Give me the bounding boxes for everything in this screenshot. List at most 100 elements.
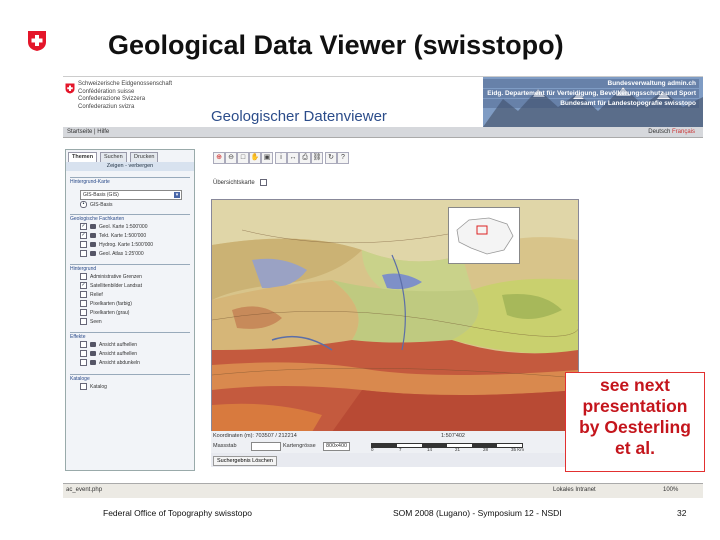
zoom-in-icon[interactable]: ⊕ <box>213 152 225 164</box>
layer-item[interactable]: Relief <box>80 291 103 299</box>
overview-inset-map[interactable] <box>448 207 520 264</box>
basemap-selected-value: GIS-Basis (GIS) <box>83 192 119 198</box>
start-help-links[interactable]: Startseite | Hilfe <box>67 127 109 137</box>
measure-icon[interactable]: ↔ <box>287 152 299 164</box>
browser-status-bar: ac_event.php Lokales Intranet 100% <box>63 483 703 498</box>
tab-themen[interactable]: Themen <box>68 152 98 162</box>
map-status-bar: Suchergebnis Löschen <box>211 453 577 467</box>
callout-box: see next presentation by Oesterling et a… <box>565 372 705 472</box>
layer-item[interactable]: Administrative Grenzen <box>80 273 142 281</box>
scale-tick: 14 <box>427 447 433 452</box>
callout-line: presentation <box>582 396 688 416</box>
layer-label: Satellitenbilder Landsat <box>90 283 142 289</box>
basemap-select[interactable]: GIS-Basis (GIS) ▾ <box>80 190 182 200</box>
admin-line: Confederaziun svizra <box>78 103 135 110</box>
background-header: Hintergrund <box>70 264 190 273</box>
status-url: ac_event.php <box>66 487 103 493</box>
checkbox-icon[interactable]: ✓ <box>80 282 87 290</box>
checkbox-icon[interactable] <box>80 341 87 349</box>
app-title: Geologischer Datenviewer <box>211 108 387 125</box>
checkbox-icon[interactable] <box>80 291 87 299</box>
admin-line: Confederazione Svizzera <box>78 96 146 102</box>
lang-francais[interactable]: Français <box>672 129 695 135</box>
effect-item[interactable]: Ansicht abdunkeln <box>80 359 140 367</box>
layer-item[interactable]: Seen <box>80 318 102 326</box>
layer-item[interactable]: ✓ Geol. Karte 1:500'000 <box>80 223 148 231</box>
basemap-radio-label: GIS-Basis <box>90 202 113 208</box>
geological-map[interactable] <box>211 199 579 433</box>
checkbox-icon[interactable] <box>260 179 268 186</box>
tab-suchen[interactable]: Suchen <box>100 152 127 162</box>
security-zone: Lokales Intranet <box>553 487 596 493</box>
layer-label: Pixelkarten (grau) <box>90 310 130 316</box>
page-number: 32 <box>677 508 687 518</box>
massstab-select[interactable] <box>251 442 281 451</box>
dept-line: Bundesamt für Landestopografie swisstopo <box>483 99 699 108</box>
catalog-header: Kataloge <box>70 374 190 383</box>
checkbox-icon[interactable] <box>80 318 87 326</box>
coordinate-readout: Koordinaten (m): 703507 / 212214 <box>213 433 297 439</box>
layer-label: Relief <box>90 292 103 298</box>
effect-label: Ansicht abdunkeln <box>99 360 140 366</box>
lang-deutsch[interactable]: Deutsch <box>648 129 670 135</box>
kartengroesse-select[interactable]: 800x400 <box>323 442 351 451</box>
refresh-icon[interactable]: ↻ <box>325 152 337 164</box>
footer-event: SOM 2008 (Lugano) - Symposium 12 - NSDI <box>393 508 562 518</box>
print-icon[interactable]: ⎙ <box>299 152 311 164</box>
zoom-box-icon[interactable]: □ <box>237 152 249 164</box>
checkbox-icon[interactable] <box>80 350 87 358</box>
radio-icon[interactable]: • <box>80 201 87 209</box>
federal-admin-names: Schweizerische Eidgenossenschaft Confédé… <box>78 81 172 111</box>
checkbox-icon[interactable] <box>80 383 87 391</box>
swiss-cross-icon <box>28 31 46 51</box>
layer-item[interactable]: Hydrog. Karte 1:500'000 <box>80 241 153 249</box>
checkbox-icon[interactable] <box>80 273 87 281</box>
checkbox-icon[interactable] <box>80 359 87 367</box>
checkbox-icon[interactable] <box>80 309 87 317</box>
scale-bar-graphic <box>371 443 523 448</box>
scale-tick: 35 Km <box>511 447 525 452</box>
tab-drucken[interactable]: Drucken <box>130 152 159 162</box>
effect-icon <box>90 351 96 357</box>
layer-icon <box>90 242 96 248</box>
basemap-radio[interactable]: • GIS-Basis <box>80 201 113 209</box>
checkbox-icon[interactable] <box>80 241 87 249</box>
checkbox-icon[interactable] <box>80 300 87 308</box>
effect-icon <box>90 360 96 366</box>
pan-hand-icon[interactable]: ✋ <box>249 152 261 164</box>
checkbox-icon[interactable] <box>80 250 87 258</box>
overview-toggle[interactable]: Übersichtskarte <box>213 179 270 186</box>
checkbox-icon[interactable]: ✓ <box>80 223 87 231</box>
effect-item[interactable]: Ansicht aufhellen <box>80 350 137 358</box>
layer-label: Hydrog. Karte 1:500'000 <box>99 242 154 248</box>
scale-tick: 0 <box>371 447 374 452</box>
department-lines: Bundesverwaltung admin.ch Eidg. Departem… <box>483 79 699 109</box>
catalog-item[interactable]: Katalog <box>80 383 107 391</box>
geo-header: Geologische Fachkarten <box>70 214 190 223</box>
top-menubar: Startseite | Hilfe Deutsch Français <box>63 127 703 138</box>
info-icon[interactable]: i <box>275 152 287 164</box>
layer-item[interactable]: Pixelkarten (farbig) <box>80 300 132 308</box>
layer-item[interactable]: ✓ Tekt. Karte 1:500'000 <box>80 232 146 240</box>
zoom-out-icon[interactable]: ⊖ <box>225 152 237 164</box>
swiss-cross-icon <box>65 83 75 94</box>
language-switch[interactable]: Deutsch Français <box>648 127 695 137</box>
dept-line: Eidg. Departement für Verteidigung, Bevö… <box>483 89 699 98</box>
checkbox-icon[interactable]: ✓ <box>80 232 87 240</box>
help-icon[interactable]: ? <box>337 152 349 164</box>
group-title: Zeigen - verbergen <box>66 162 194 171</box>
layer-item[interactable]: Geol. Atlas 1:25'000 <box>80 250 144 258</box>
layer-item[interactable]: ✓ Satellitenbilder Landsat <box>80 282 142 290</box>
coordinate-scale-bar: Koordinaten (m): 703507 / 212214 1:507'4… <box>211 431 577 453</box>
full-extent-icon[interactable]: ▣ <box>261 152 273 164</box>
clear-search-button[interactable]: Suchergebnis Löschen <box>213 456 277 466</box>
scale-tick: 21 <box>455 447 461 452</box>
admin-line: Schweizerische Eidgenossenschaft <box>78 81 173 87</box>
link-icon[interactable]: ⛓ <box>311 152 323 164</box>
zoom-level[interactable]: 100% <box>663 487 678 493</box>
kartengroesse-label: Kartengrösse <box>283 443 316 449</box>
layer-item[interactable]: Pixelkarten (grau) <box>80 309 129 317</box>
layer-icon <box>90 224 96 230</box>
chevron-down-icon[interactable]: ▾ <box>174 192 180 198</box>
effect-item[interactable]: Ansicht aufhellen <box>80 341 137 349</box>
